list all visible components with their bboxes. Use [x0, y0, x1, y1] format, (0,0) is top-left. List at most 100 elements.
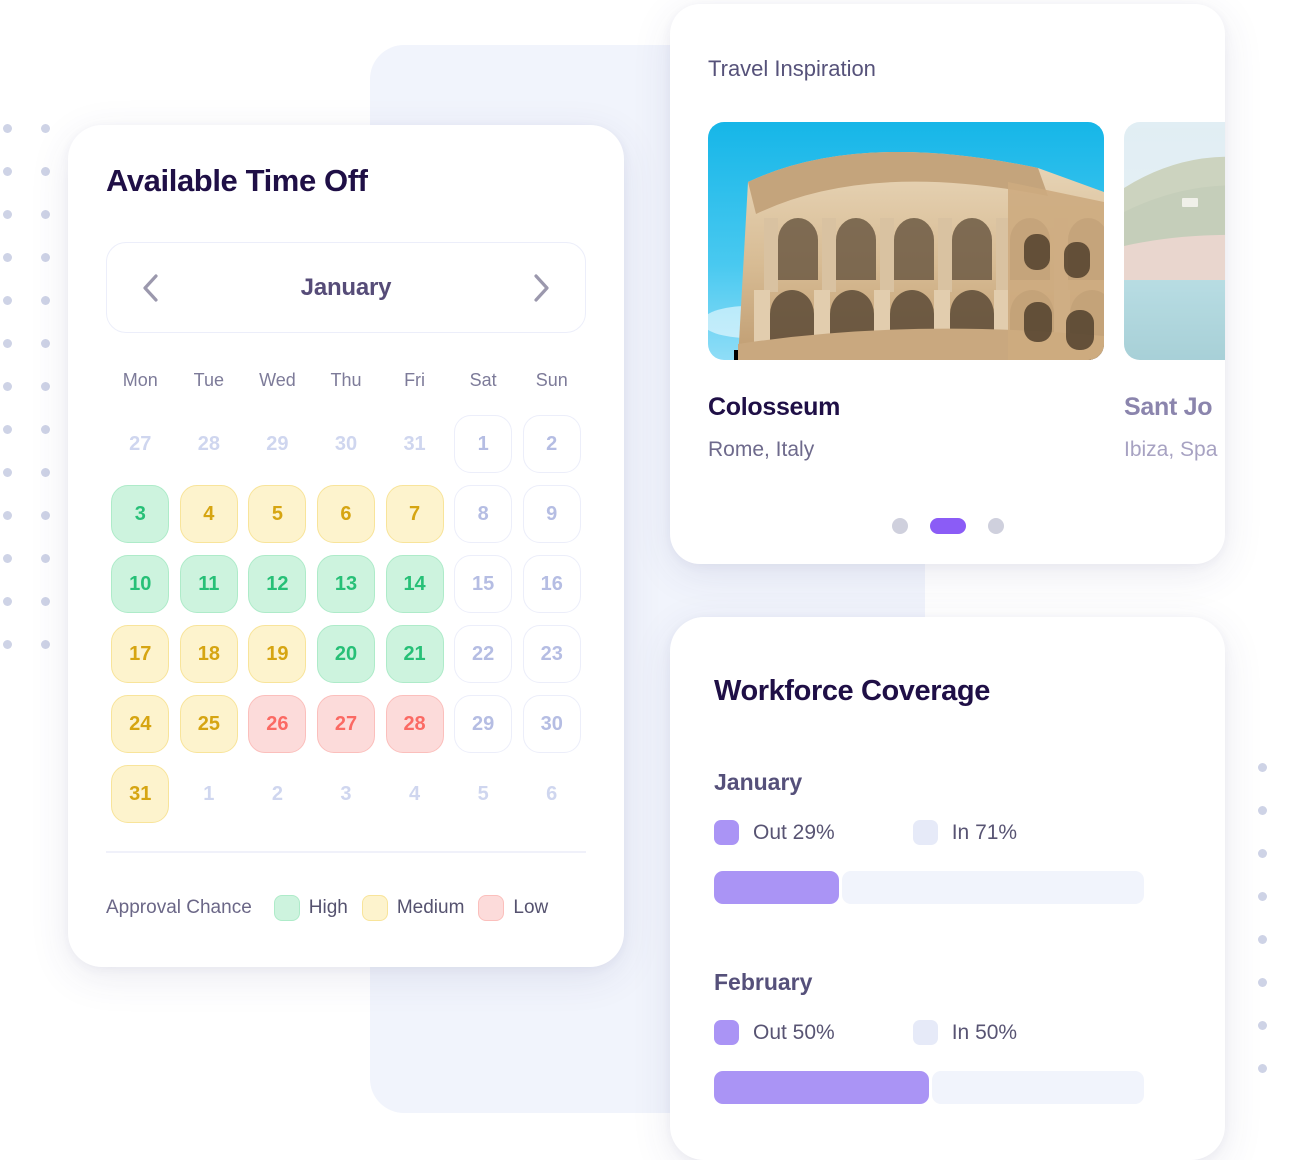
calendar-day-cell[interactable]: 13: [316, 555, 375, 613]
calendar-day-cell[interactable]: 16: [522, 555, 581, 613]
calendar-day-cell[interactable]: 20: [316, 625, 375, 683]
workforce-legend-label: In 50%: [951, 1020, 1018, 1044]
available-time-off-card: Available Time Off January Mon Tue Wed Thu F…: [68, 125, 624, 967]
calendar-day-cell[interactable]: 3: [111, 485, 170, 543]
workforce-legend-item-out: Out 29%: [714, 820, 835, 845]
calendar-day-cell: 4: [409, 782, 421, 805]
pattern-dot: [41, 382, 50, 391]
calendar-day-cell: 6: [546, 782, 558, 805]
pattern-dot: [3, 597, 12, 606]
calendar-day-cell[interactable]: 22: [454, 625, 513, 683]
carousel-dot-1[interactable]: [891, 518, 908, 534]
legend-item-high: High: [273, 895, 348, 921]
workforce-legend: Out 29% In 71%: [714, 820, 1144, 845]
workforce-legend: Out 50% In 50%: [714, 1020, 1144, 1045]
legend-label: Medium: [396, 897, 465, 918]
calendar-day-cell[interactable]: 30: [522, 695, 581, 753]
calendar-day-cell[interactable]: 5: [248, 485, 307, 543]
calendar-day-cell[interactable]: 11: [179, 555, 238, 613]
calendar-day-cell[interactable]: 19: [248, 625, 307, 683]
travel-inspiration-card: Travel Inspiration Colosseum Rome, Italy…: [670, 4, 1225, 564]
calendar-day-grid: 27 28 29 30 31 1 2 3 4 5 6 7 8 9 10 11 12 13 14 15 16 17 18 19 2…: [106, 415, 586, 835]
dot-pattern-left: [0, 120, 60, 650]
workforce-month-block: February Out 50% In 50%: [714, 969, 1144, 1104]
calendar-day-cell[interactable]: 27: [316, 695, 375, 753]
workforce-legend-item-in: In 71%: [912, 820, 1017, 845]
calendar-day-cell: 28: [197, 432, 220, 455]
calendar-day-cell[interactable]: 29: [454, 695, 513, 753]
pattern-dot: [3, 296, 12, 305]
chevron-left-icon[interactable]: [133, 271, 167, 305]
weekday-label-thu: Thu: [330, 370, 362, 390]
pattern-dot: [41, 425, 50, 434]
calendar-day-cell: 1: [203, 782, 215, 805]
calendar-day-cell: 2: [271, 782, 283, 805]
travel-inspiration-heading: Travel Inspiration: [708, 56, 876, 81]
pattern-dot: [3, 554, 12, 563]
pattern-dot: [3, 167, 12, 176]
travel-slide[interactable]: Colosseum Rome, Italy: [708, 122, 1104, 462]
pattern-dot: [3, 468, 12, 477]
calendar-day-cell[interactable]: 23: [522, 625, 581, 683]
carousel-dot-2[interactable]: [929, 518, 966, 534]
pattern-dot: [41, 511, 50, 520]
pattern-dot: [3, 339, 12, 348]
workforce-month-label: January: [714, 769, 803, 795]
workforce-coverage-card: Workforce Coverage January Out 29% In 71% …: [670, 617, 1225, 1160]
travel-slide[interactable]: Sant Jo Ibiza, Spa: [1124, 122, 1225, 462]
calendar-day-cell: 27: [129, 432, 152, 455]
ibiza-coast-photo: [1124, 122, 1225, 360]
pattern-dot: [41, 210, 50, 219]
pattern-dot: [3, 425, 12, 434]
calendar-day-cell[interactable]: 2: [522, 415, 581, 473]
calendar-day-cell[interactable]: 25: [179, 695, 238, 753]
calendar-day-cell[interactable]: 14: [385, 555, 444, 613]
pattern-dot: [41, 167, 50, 176]
calendar-day-cell[interactable]: 7: [385, 485, 444, 543]
carousel-pagination[interactable]: [670, 518, 1225, 534]
chevron-right-icon[interactable]: [525, 271, 559, 305]
calendar-day-cell[interactable]: 8: [454, 485, 513, 543]
pattern-dot: [1258, 978, 1267, 987]
pattern-dot: [1258, 1021, 1267, 1030]
pattern-dot: [3, 511, 12, 520]
workforce-coverage-bar: [714, 871, 1144, 904]
calendar-day-cell[interactable]: 6: [316, 485, 375, 543]
calendar-day-cell: 3: [340, 782, 352, 805]
weekday-label-sat: Sat: [469, 370, 497, 390]
calendar-day-cell[interactable]: 18: [179, 625, 238, 683]
weekday-label-mon: Mon: [122, 370, 158, 390]
workforce-bar-in-segment: [932, 1071, 1144, 1104]
legend-divider: [106, 851, 586, 853]
pattern-dot: [1258, 892, 1267, 901]
weekday-label-fri: Fri: [404, 370, 426, 390]
pattern-dot: [3, 124, 12, 133]
pattern-dot: [41, 296, 50, 305]
calendar-day-cell[interactable]: 28: [385, 695, 444, 753]
legend-swatch-low: [478, 895, 505, 921]
calendar-day-cell[interactable]: 1: [454, 415, 513, 473]
calendar-day-cell[interactable]: 21: [385, 625, 444, 683]
calendar-day-cell[interactable]: 17: [111, 625, 170, 683]
pattern-dot: [1258, 849, 1267, 858]
pattern-dot: [41, 253, 50, 262]
calendar-day-cell[interactable]: 24: [111, 695, 170, 753]
colosseum-photo: [708, 122, 1104, 360]
pattern-dot: [1258, 763, 1267, 772]
calendar-day-cell[interactable]: 4: [179, 485, 238, 543]
calendar-day-cell[interactable]: 26: [248, 695, 307, 753]
ibiza-coast-illustration: [1124, 122, 1225, 360]
travel-carousel-track[interactable]: Colosseum Rome, Italy Sant Jo Ibiza, Spa: [708, 122, 1225, 462]
weekday-label-tue: Tue: [193, 370, 225, 390]
weekday-label-wed: Wed: [259, 370, 296, 390]
carousel-dot-3[interactable]: [987, 518, 1004, 534]
colosseum-illustration: [708, 122, 1104, 360]
pattern-dot: [1258, 806, 1267, 815]
legend-title: Approval Chance: [106, 897, 252, 918]
calendar-day-cell[interactable]: 15: [454, 555, 513, 613]
calendar-day-cell[interactable]: 31: [111, 765, 170, 823]
calendar-day-cell[interactable]: 9: [522, 485, 581, 543]
calendar-day-cell[interactable]: 12: [248, 555, 307, 613]
workforce-bar-out-segment: [714, 1071, 929, 1104]
calendar-day-cell[interactable]: 10: [111, 555, 170, 613]
